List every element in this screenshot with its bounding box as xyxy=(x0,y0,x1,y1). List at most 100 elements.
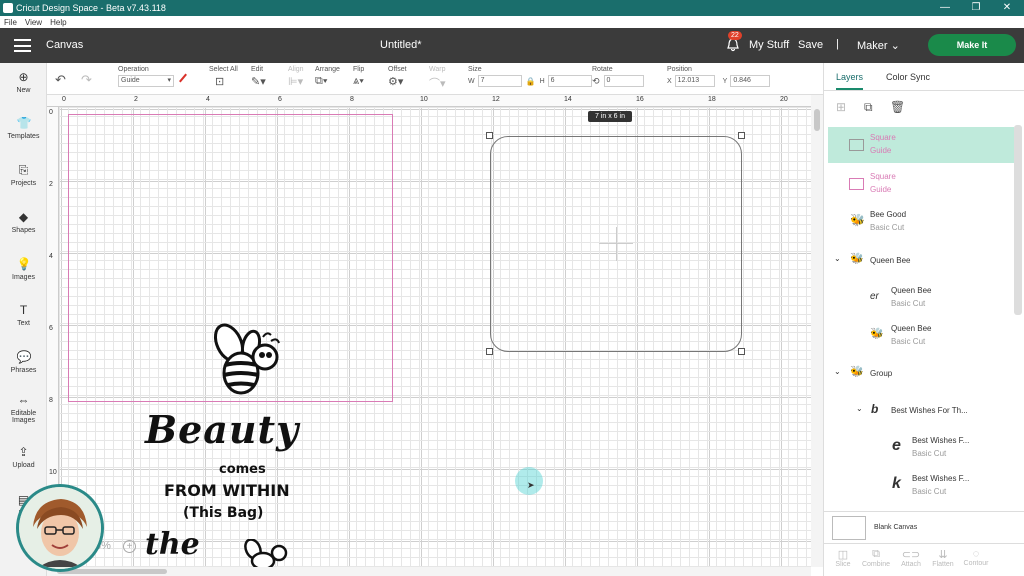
undo-icon[interactable]: ↶ xyxy=(55,72,66,88)
layer-group[interactable]: ⌄ 🐝 Group xyxy=(828,362,1014,386)
ruler-tick: 4 xyxy=(206,96,210,103)
machine-label: Maker xyxy=(857,40,888,52)
sidebar-item-text[interactable]: T Text xyxy=(0,303,47,327)
layer-group-best-wishes[interactable]: ⌄ b Best Wishes For Th... xyxy=(828,399,1014,423)
offset-icon: ⚙▾ xyxy=(388,76,404,88)
blank-canvas-row[interactable]: Blank Canvas xyxy=(824,511,1024,543)
sidebar-item-new[interactable]: ⊕ New xyxy=(0,70,47,94)
sidebar-item-images[interactable]: 💡 Images xyxy=(0,257,47,281)
resize-handle[interactable] xyxy=(486,348,493,355)
sidebar-item-label: Editable Images xyxy=(10,410,37,424)
layer-row-best-wishes-2[interactable]: k Best Wishes F... Basic Cut xyxy=(828,468,1014,504)
layer-row-square-selected[interactable]: Square Guide xyxy=(828,127,1014,163)
chevron-down-icon[interactable]: ⌄ xyxy=(834,254,841,263)
width-label: W xyxy=(468,77,475,85)
select-all-control[interactable]: Select All ⊡ xyxy=(209,66,238,88)
y-input[interactable]: 0.846 xyxy=(730,75,771,87)
width-input[interactable]: 7 xyxy=(477,75,522,87)
make-it-button[interactable]: Make It xyxy=(928,34,1016,56)
canvas-color-swatch[interactable] xyxy=(832,516,866,540)
redo-icon[interactable]: ↷ xyxy=(81,72,92,88)
arrange-control[interactable]: Arrange ⧉▾ xyxy=(315,66,340,88)
resize-handle[interactable] xyxy=(738,348,745,355)
sidebar-item-editable-images[interactable]: ⇔ Editable Images xyxy=(0,393,47,424)
chevron-down-icon[interactable]: ⌄ xyxy=(834,367,841,376)
layer-name: Bee Good xyxy=(870,210,907,219)
sidebar-item-projects[interactable]: ⎘ Projects xyxy=(0,163,47,187)
group-icon[interactable]: ⊞ xyxy=(836,100,846,114)
combine-button[interactable]: ⧉ Combine xyxy=(861,548,891,568)
from-within-text[interactable]: FROM WITHIN xyxy=(164,481,290,500)
sidebar-item-label: Text xyxy=(17,320,30,327)
window-title: Cricut Design Space - Beta v7.43.118 xyxy=(16,3,166,13)
zoom-in-icon[interactable]: + xyxy=(123,540,136,553)
this-bag-text[interactable]: (This Bag) xyxy=(183,505,263,521)
line-color-swatch[interactable] xyxy=(179,73,187,83)
close-window-button[interactable]: ✕ xyxy=(992,0,1022,16)
scroll-thumb[interactable] xyxy=(814,109,820,131)
trash-icon[interactable]: 🗑 xyxy=(890,100,905,114)
layer-row-best-wishes-1[interactable]: e Best Wishes F... Basic Cut xyxy=(828,430,1014,466)
layer-row-bee-good[interactable]: 🐝 Bee Good Basic Cut xyxy=(828,204,1014,240)
ruler-tick: 16 xyxy=(636,96,644,103)
sidebar-item-phrases[interactable]: 💬 Phrases xyxy=(0,350,47,374)
align-control[interactable]: Align ⊫▾ xyxy=(288,66,304,88)
layer-sub: Basic Cut xyxy=(891,299,926,308)
my-stuff-link[interactable]: My Stuff xyxy=(749,39,789,51)
editable-images-icon: ⇔ xyxy=(17,393,30,407)
attach-button[interactable]: ⊂⊃ Attach xyxy=(896,548,926,568)
layer-group-queen-bee[interactable]: ⌄ 🐝 Queen Bee xyxy=(828,249,1014,273)
contour-button[interactable]: ◌ Contour xyxy=(961,548,991,567)
flatten-button[interactable]: ⇊ Flatten xyxy=(928,548,958,568)
x-input[interactable]: 12.013 xyxy=(674,75,715,87)
lock-icon[interactable]: 🔒 xyxy=(526,77,536,86)
beauty-text[interactable]: Beauty xyxy=(145,407,299,452)
warp-control[interactable]: Warp ⌒▾ xyxy=(429,66,446,91)
bee-image[interactable] xyxy=(211,321,287,399)
layers-scrollbar[interactable] xyxy=(1014,125,1022,315)
tab-layers[interactable]: Layers xyxy=(836,72,864,90)
bell-icon[interactable] xyxy=(726,38,740,52)
contour-label: Contour xyxy=(963,560,989,567)
comes-text[interactable]: comes xyxy=(219,462,266,477)
layer-row-queen-bee-2[interactable]: 🐝 Queen Bee Basic Cut xyxy=(828,318,1014,354)
sidebar-item-shapes[interactable]: ◆ Shapes xyxy=(0,210,47,234)
sidebar-item-upload[interactable]: ⇪ Upload xyxy=(0,445,47,469)
resize-handle[interactable] xyxy=(486,132,493,139)
the-text[interactable]: the xyxy=(145,527,200,562)
edit-control[interactable]: Edit ✎▾ xyxy=(251,66,266,88)
design-canvas[interactable]: Beauty comes FROM WITHIN (This Bag) the … xyxy=(59,107,811,567)
size-tooltip: 7 in x 6 in xyxy=(588,111,632,122)
height-label: H xyxy=(539,77,545,85)
maximize-button[interactable]: ❐ xyxy=(961,0,991,16)
layer-row-square[interactable]: Square Guide xyxy=(828,166,1014,202)
sidebar-item-templates[interactable]: 👕 Templates xyxy=(0,116,47,140)
ruler-tick: 0 xyxy=(62,96,66,103)
canvas-vertical-scrollbar[interactable] xyxy=(811,95,823,567)
layer-row-queen-bee-1[interactable]: er Queen Bee Basic Cut xyxy=(828,280,1014,316)
menu-file[interactable]: File xyxy=(4,18,17,27)
machine-select[interactable]: Maker ⌄ xyxy=(857,39,900,52)
slice-button[interactable]: ◫ Slice xyxy=(828,548,858,568)
ruler-tick: 18 xyxy=(708,96,716,103)
rotate-input[interactable]: 0 xyxy=(603,75,644,87)
edit-label: Edit xyxy=(251,66,264,73)
dropdown-caret-icon: ▾ xyxy=(167,77,171,84)
minimize-button[interactable]: — xyxy=(930,0,960,16)
tab-color-sync[interactable]: Color Sync xyxy=(886,72,930,82)
layers-panel: Layers Color Sync ⊞ ⧉ 🗑 Square Guide Squ… xyxy=(823,63,1024,576)
height-input[interactable]: 6 xyxy=(547,75,592,87)
flip-control[interactable]: Flip ⩓▾ xyxy=(353,66,364,88)
warp-icon: ⌒▾ xyxy=(429,78,446,90)
operation-select[interactable]: Guide ▾ xyxy=(118,75,174,87)
menu-view[interactable]: View xyxy=(25,18,42,27)
chevron-down-icon[interactable]: ⌄ xyxy=(856,404,863,413)
resize-handle[interactable] xyxy=(738,132,745,139)
duplicate-icon[interactable]: ⧉ xyxy=(864,100,873,115)
save-button[interactable]: Save xyxy=(798,39,823,51)
canvas-horizontal-scrollbar[interactable] xyxy=(47,567,811,576)
menu-help[interactable]: Help xyxy=(50,18,66,27)
offset-control[interactable]: Offset ⚙▾ xyxy=(388,66,407,88)
hamburger-menu-icon[interactable] xyxy=(14,39,31,52)
small-bee-image[interactable] xyxy=(241,539,291,567)
